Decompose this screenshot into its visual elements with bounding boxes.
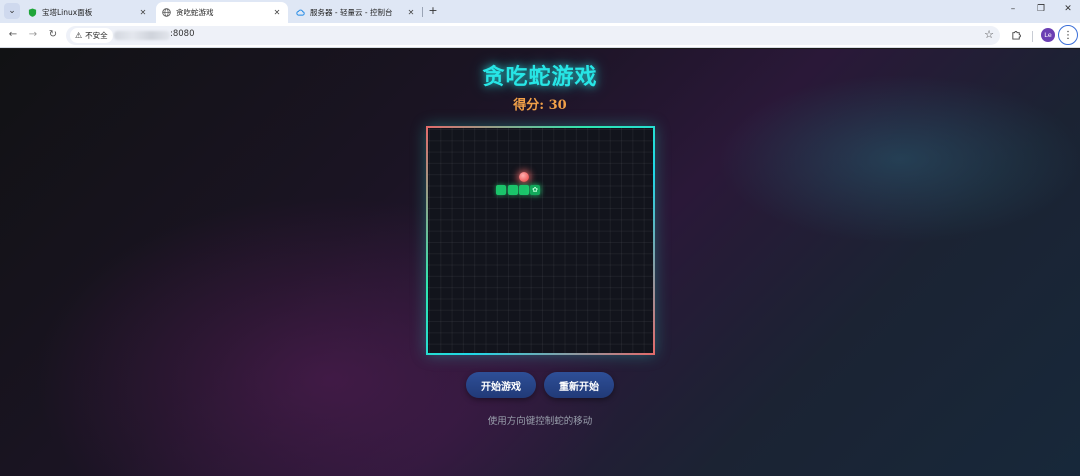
tab-title: 宝塔Linux面板 xyxy=(42,8,93,17)
back-arrow-icon[interactable]: ← xyxy=(7,29,19,41)
food xyxy=(519,172,529,182)
game-board[interactable]: ✿ xyxy=(426,126,655,355)
snake-segment xyxy=(508,185,518,195)
snake-segment xyxy=(496,185,506,195)
globe-icon xyxy=(162,8,171,17)
close-window-button[interactable]: ✕ xyxy=(1061,4,1075,14)
tab-title: 服务器 - 轻量云 - 控制台 xyxy=(310,8,393,17)
tab-title: 贪吃蛇游戏 xyxy=(176,8,214,17)
tab-search-button[interactable]: ⌄ xyxy=(4,3,20,19)
close-tab-icon[interactable]: ✕ xyxy=(406,8,416,17)
reload-icon[interactable]: ↻ xyxy=(47,29,59,41)
address-bar[interactable]: ⚠ 不安全 :8080 ☆ xyxy=(66,26,1000,45)
controls-hint: 使用方向键控制蛇的移动 xyxy=(487,416,593,427)
tab-lighthouse-console[interactable]: 服务器 - 轻量云 - 控制台 ✕ xyxy=(290,2,422,23)
tab-baota-panel[interactable]: 宝塔Linux面板 ✕ xyxy=(22,2,154,23)
snake-segment xyxy=(519,185,529,195)
security-indicator[interactable]: ⚠ 不安全 xyxy=(70,28,113,43)
url-host-redacted xyxy=(114,31,170,40)
restore-button[interactable]: ❐ xyxy=(1034,4,1048,14)
page-title: 贪吃蛇游戏 xyxy=(482,64,598,90)
close-tab-icon[interactable]: ✕ xyxy=(272,8,282,17)
start-game-button[interactable]: 开始游戏 xyxy=(466,372,536,398)
snake-head-icon: ✿ xyxy=(532,185,538,194)
baota-favicon-icon xyxy=(28,8,37,17)
toolbar-divider xyxy=(1032,31,1033,42)
profile-avatar[interactable]: Le xyxy=(1041,28,1055,42)
snake-head: ✿ xyxy=(530,185,540,195)
new-tab-button[interactable]: + xyxy=(426,4,440,18)
game-page: 贪吃蛇游戏 得分: 30 ✿ 开始游戏 重新开始 使用方向键控制蛇的移动 xyxy=(0,49,1080,476)
extensions-icon[interactable] xyxy=(1011,29,1022,43)
restart-button[interactable]: 重新开始 xyxy=(544,372,614,398)
warning-icon: ⚠ xyxy=(75,31,83,40)
browser-tab-strip: ⌄ 宝塔Linux面板 ✕ 贪吃蛇游戏 ✕ 服务器 - 轻量云 - 控制台 ✕ … xyxy=(0,0,1080,23)
tab-divider xyxy=(422,7,423,17)
security-label: 不安全 xyxy=(85,31,108,40)
bookmark-star-icon[interactable]: ☆ xyxy=(984,28,994,41)
score-display: 得分: 30 xyxy=(513,98,567,113)
close-tab-icon[interactable]: ✕ xyxy=(138,8,148,17)
chevron-down-icon: ⌄ xyxy=(8,6,16,16)
minimize-button[interactable]: – xyxy=(1006,4,1020,14)
browser-toolbar: ← → ↻ ⚠ 不安全 :8080 ☆ xyxy=(0,23,1080,48)
forward-arrow-icon[interactable]: → xyxy=(27,29,39,41)
url-port: :8080 xyxy=(170,29,195,39)
cloud-icon xyxy=(296,8,305,17)
more-menu-icon[interactable]: ⋮ xyxy=(1058,25,1078,45)
tab-snake-game[interactable]: 贪吃蛇游戏 ✕ xyxy=(156,2,288,23)
